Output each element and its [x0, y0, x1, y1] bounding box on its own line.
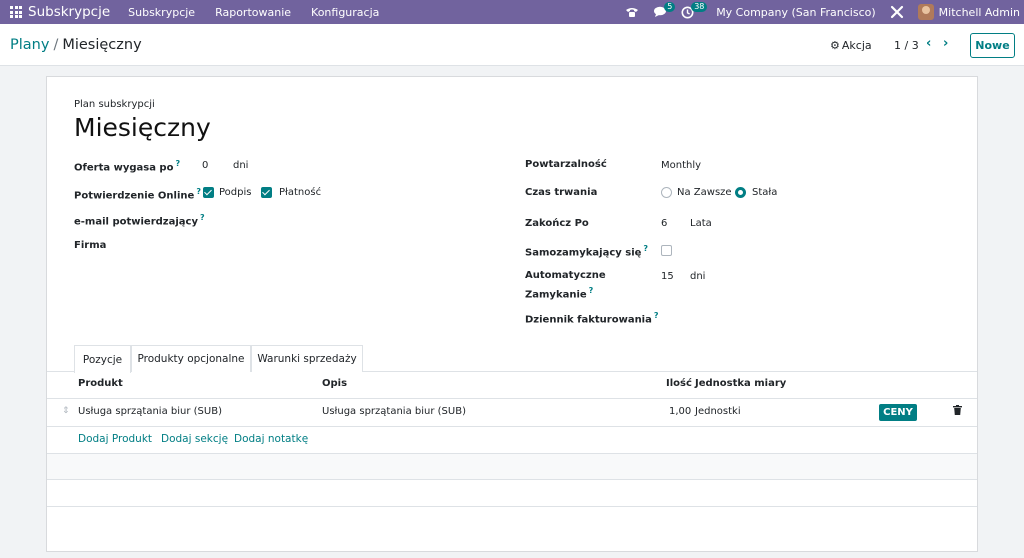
pager-value[interactable]: 1 / 3: [894, 39, 919, 52]
self-closing-label: Samozamykający się?: [525, 244, 649, 259]
confirm-email-label: e-mail potwierdzający?: [74, 213, 205, 228]
add-note-link[interactable]: Dodaj notatkę: [234, 433, 308, 445]
tools-icon[interactable]: [890, 0, 904, 24]
app-name[interactable]: Subskrypcje: [28, 4, 110, 20]
row-divider: [47, 506, 977, 507]
help-icon: ?: [175, 159, 181, 168]
action-button[interactable]: ⚙ Akcja: [830, 39, 872, 52]
help-icon: ?: [653, 311, 659, 320]
breadcrumb: Plany / Miesięczny: [10, 37, 142, 53]
activities-count-badge: 38: [691, 2, 708, 12]
company-switcher[interactable]: My Company (San Francisco): [716, 6, 875, 19]
cell-uom[interactable]: Jednostki: [695, 406, 741, 417]
duration-fixed-label: Stała: [752, 187, 778, 198]
help-icon: ?: [196, 187, 201, 196]
breadcrumb-plans-link[interactable]: Plany: [10, 37, 49, 53]
auto-close-unit: dni: [690, 271, 706, 282]
form-sheet: Plan subskrypcji Miesięczny Oferta wygas…: [46, 76, 978, 552]
column-header-description[interactable]: Opis: [322, 378, 347, 389]
column-header-quantity[interactable]: Ilość: [666, 378, 692, 389]
avatar[interactable]: [917, 4, 934, 20]
auto-close-label-line2: Zamykanie?: [525, 286, 594, 301]
apps-menu-icon[interactable]: [6, 0, 26, 24]
breadcrumb-current: Miesięczny: [62, 37, 142, 53]
user-menu[interactable]: Mitchell Admin: [939, 6, 1020, 19]
help-icon: ?: [643, 244, 649, 253]
help-icon: ?: [199, 213, 205, 222]
add-product-link[interactable]: Dodaj Produkt: [78, 433, 152, 445]
self-closing-checkbox[interactable]: [661, 245, 672, 256]
auto-close-input[interactable]: 15: [661, 271, 674, 282]
end-after-label: Zakończ Po: [525, 218, 589, 229]
recurrence-select[interactable]: Monthly: [661, 160, 701, 171]
duration-label: Czas trwania: [525, 187, 598, 198]
breadcrumb-separator: /: [53, 37, 59, 53]
phone-icon[interactable]: [625, 0, 639, 24]
cell-description[interactable]: Usługa sprzątania biur (SUB): [322, 406, 466, 417]
row-divider: [47, 479, 977, 480]
table-header-divider: [47, 398, 977, 399]
menu-reporting[interactable]: Raportowanie: [215, 6, 291, 19]
top-navbar: Subskrypcje Subskrypcje Raportowanie Kon…: [0, 0, 1024, 24]
cell-quantity[interactable]: 1,00: [669, 406, 691, 417]
duration-forever-label: Na Zawsze: [677, 187, 732, 198]
column-header-uom[interactable]: Jednostka miary: [695, 378, 786, 389]
row-divider: [47, 426, 977, 427]
column-header-product[interactable]: Produkt: [78, 378, 123, 389]
end-after-input[interactable]: 6: [661, 218, 667, 229]
help-icon: ?: [588, 286, 594, 295]
delete-icon[interactable]: [953, 405, 962, 418]
plan-name-field[interactable]: Miesięczny: [74, 113, 211, 142]
control-panel: Plany / Miesięczny ⚙ Akcja 1 / 3 ‹ › Nowe: [0, 24, 1024, 66]
gear-icon: ⚙: [830, 39, 840, 52]
messages-icon[interactable]: 5: [653, 0, 676, 24]
offer-expires-unit: dni: [233, 160, 249, 171]
duration-fixed-radio[interactable]: [735, 187, 746, 198]
signature-label: Podpis: [219, 187, 252, 198]
signature-checkbox[interactable]: [203, 187, 214, 198]
offer-expires-label: Oferta wygasa po?: [74, 159, 181, 174]
menu-subscriptions[interactable]: Subskrypcje: [128, 6, 195, 19]
pager-next-icon[interactable]: ›: [943, 36, 948, 51]
activities-icon[interactable]: 38: [681, 0, 708, 24]
new-button[interactable]: Nowe: [970, 33, 1015, 58]
auto-close-label-line1: Automatyczne: [525, 270, 606, 281]
recurrence-label: Powtarzalność: [525, 159, 607, 170]
pager-previous-icon[interactable]: ‹: [926, 36, 931, 51]
duration-forever-radio[interactable]: [661, 187, 672, 198]
journal-label: Dziennik fakturowania?: [525, 311, 659, 326]
menu-configuration[interactable]: Konfiguracja: [311, 6, 379, 19]
prices-button[interactable]: CENY: [879, 404, 917, 421]
payment-checkbox[interactable]: [261, 187, 272, 198]
company-label: Firma: [74, 240, 107, 251]
drag-handle-icon[interactable]: ⇕: [62, 406, 70, 416]
form-subtitle: Plan subskrypcji: [74, 99, 155, 110]
tab-optional-products[interactable]: Produkty opcjonalne: [131, 345, 251, 372]
empty-row: [47, 454, 977, 479]
offer-expires-input[interactable]: 0: [202, 160, 208, 171]
messages-count-badge: 5: [664, 2, 676, 12]
add-section-link[interactable]: Dodaj sekcję: [161, 433, 228, 445]
end-after-unit-select[interactable]: Lata: [690, 218, 712, 229]
cell-product[interactable]: Usługa sprzątania biur (SUB): [78, 406, 222, 417]
action-label: Akcja: [841, 39, 872, 52]
payment-label: Płatność: [279, 187, 322, 198]
tab-sale-terms[interactable]: Warunki sprzedaży: [251, 345, 363, 372]
tab-lines[interactable]: Pozycje: [74, 345, 131, 373]
online-confirm-label: Potwierdzenie Online?: [74, 187, 201, 202]
